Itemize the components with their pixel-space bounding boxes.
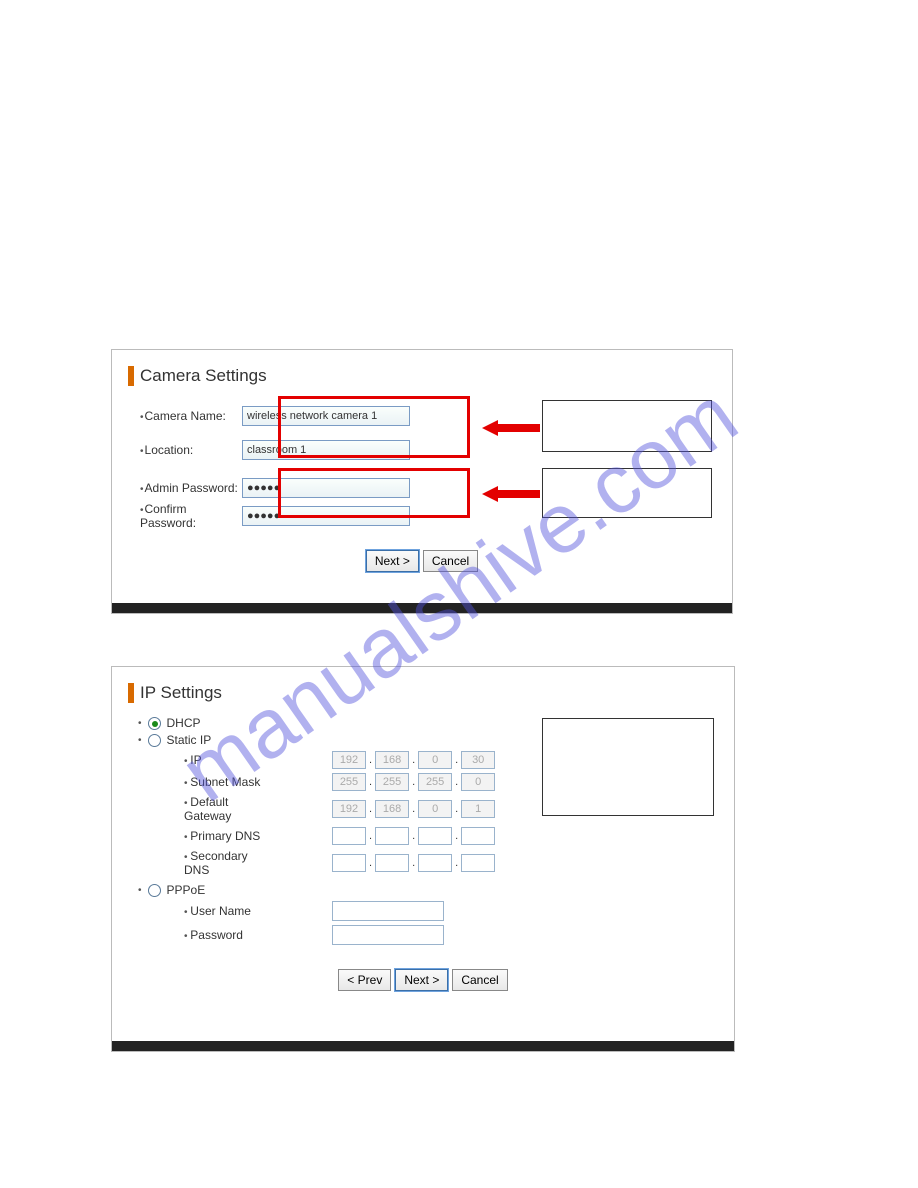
camera-settings-title-text: Camera Settings (140, 366, 267, 386)
callout-box (542, 468, 712, 518)
subnet-octet-1[interactable] (332, 773, 366, 791)
admin-password-input[interactable] (242, 478, 410, 498)
static-ip-radio[interactable] (148, 734, 161, 747)
arrow-left-icon (482, 484, 540, 504)
ip-settings-title: IP Settings (112, 667, 734, 713)
subnet-octet-4[interactable] (461, 773, 495, 791)
section-accent-icon (128, 366, 134, 386)
dhcp-label: DHCP (167, 716, 201, 730)
panel-footer-bar (112, 1041, 734, 1051)
next-button[interactable]: Next > (395, 969, 448, 991)
ip-label: IP (112, 753, 264, 767)
subnet-octet-3[interactable] (418, 773, 452, 791)
gateway-octet-1[interactable] (332, 800, 366, 818)
cancel-button[interactable]: Cancel (452, 969, 507, 991)
gateway-octet-3[interactable] (418, 800, 452, 818)
confirm-password-label: Confirm Password: (112, 502, 242, 530)
panel-footer-bar (112, 603, 732, 613)
password-label: Password (112, 928, 264, 942)
ip-settings-panel: IP Settings • DHCP • Static IP IP . . . … (111, 666, 735, 1052)
sdns-octet-3[interactable] (418, 854, 452, 872)
primary-dns-label: Primary DNS (112, 829, 264, 843)
next-button[interactable]: Next > (366, 550, 419, 572)
pppoe-radio-row[interactable]: • PPPoE (138, 883, 734, 897)
ip-octet-3[interactable] (418, 751, 452, 769)
confirm-password-input[interactable] (242, 506, 410, 526)
pdns-octet-4[interactable] (461, 827, 495, 845)
ip-octet-2[interactable] (375, 751, 409, 769)
pppoe-label: PPPoE (167, 883, 206, 897)
camera-settings-title: Camera Settings (112, 350, 732, 396)
pdns-octet-1[interactable] (332, 827, 366, 845)
pdns-octet-3[interactable] (418, 827, 452, 845)
camera-settings-panel: Camera Settings Camera Name: Location: A… (111, 349, 733, 614)
sdns-octet-1[interactable] (332, 854, 366, 872)
location-input[interactable] (242, 440, 410, 460)
camera-name-input[interactable] (242, 406, 410, 426)
gateway-octet-4[interactable] (461, 800, 495, 818)
dhcp-radio[interactable] (148, 717, 161, 730)
subnet-octet-2[interactable] (375, 773, 409, 791)
ip-octet-1[interactable] (332, 751, 366, 769)
section-accent-icon (128, 683, 134, 703)
ip-settings-title-text: IP Settings (140, 683, 222, 703)
gateway-label: Default Gateway (112, 795, 264, 823)
callout-box (542, 400, 712, 452)
subnet-label: Subnet Mask (112, 775, 264, 789)
static-ip-label: Static IP (167, 733, 212, 747)
secondary-dns-label: Secondary DNS (112, 849, 264, 877)
cancel-button[interactable]: Cancel (423, 550, 478, 572)
username-label: User Name (112, 904, 264, 918)
sdns-octet-4[interactable] (461, 854, 495, 872)
pppoe-radio[interactable] (148, 884, 161, 897)
pdns-octet-2[interactable] (375, 827, 409, 845)
sdns-octet-2[interactable] (375, 854, 409, 872)
pppoe-password-input[interactable] (332, 925, 444, 945)
camera-name-label: Camera Name: (112, 409, 242, 423)
ip-octet-4[interactable] (461, 751, 495, 769)
prev-button[interactable]: < Prev (338, 969, 391, 991)
arrow-left-icon (482, 418, 540, 438)
gateway-octet-2[interactable] (375, 800, 409, 818)
location-label: Location: (112, 443, 242, 457)
callout-box (542, 718, 714, 816)
pppoe-username-input[interactable] (332, 901, 444, 921)
admin-password-label: Admin Password: (112, 481, 242, 495)
